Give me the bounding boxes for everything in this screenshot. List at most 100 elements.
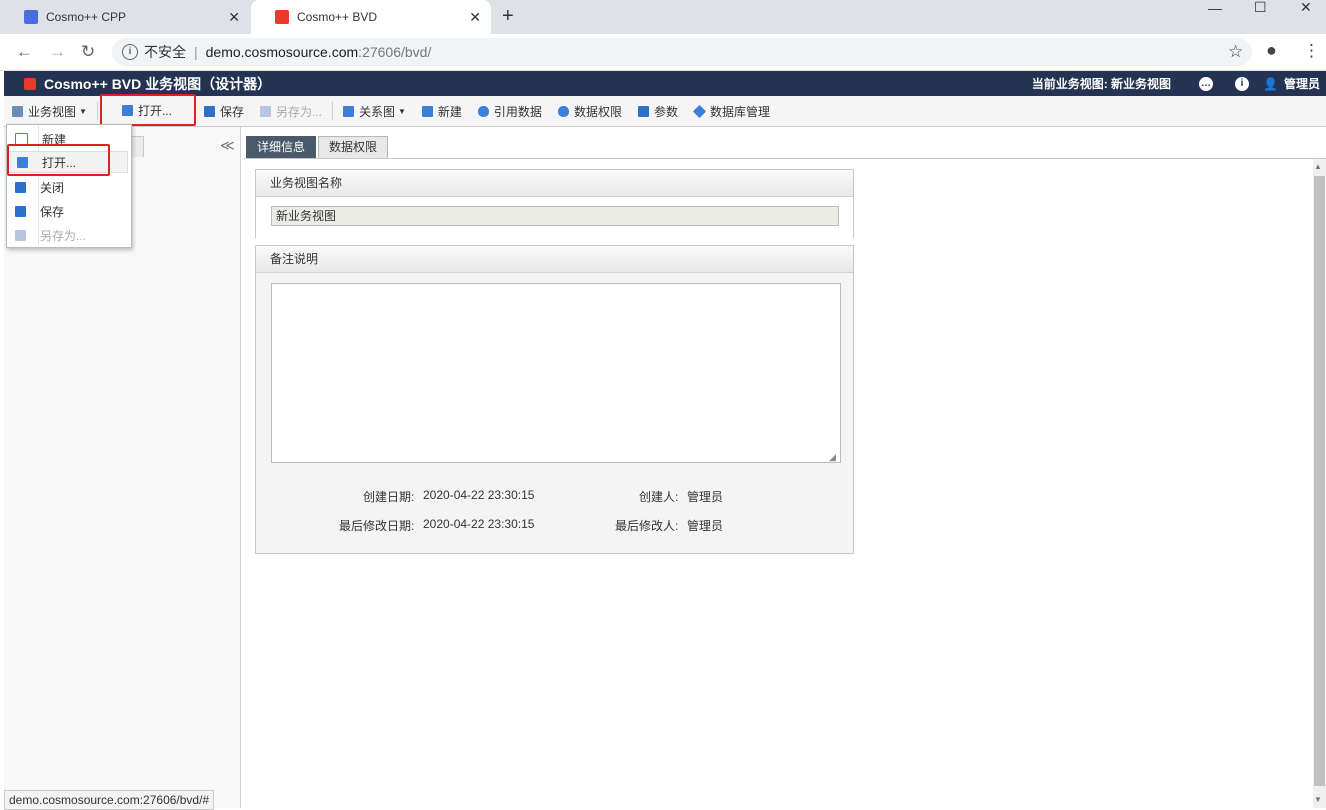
created-date-label: 创建日期: (363, 490, 415, 504)
business-view-menu-button[interactable]: 业务视图 ▼ (4, 99, 95, 123)
browser-tab-cpp[interactable]: Cosmo++ CPP ✕ (0, 0, 250, 34)
view-name-header: 业务视图名称 (256, 170, 853, 197)
minimize-button[interactable]: — (1208, 0, 1222, 16)
url-host: demo.cosmosource.com (205, 44, 359, 60)
menu-item-label: 关闭 (40, 180, 65, 195)
modifier-label: 最后修改人: (615, 519, 679, 533)
reference-data-button[interactable]: 引用数据 (470, 99, 550, 123)
modified-date-label: 最后修改日期: (339, 519, 415, 533)
close-tab-icon[interactable]: ✕ (228, 9, 240, 26)
menu-item-close[interactable]: 关闭 (7, 176, 129, 198)
save-button[interactable]: 保存 (196, 99, 252, 123)
main-toolbar: 业务视图 ▼ 打开... 保存 另存为... 关系图 ▼ 新建 引用数据 数据权… (4, 94, 1326, 127)
save-as-icon (259, 105, 271, 117)
folder-close-icon (15, 181, 26, 193)
tab-title: Cosmo++ CPP (46, 10, 127, 24)
highlight-box-menu-open (7, 144, 110, 176)
params-icon (637, 105, 649, 117)
save-icon (15, 205, 26, 217)
save-as-label: 另存为... (275, 104, 322, 119)
menu-item-save-as[interactable]: 另存为... (7, 224, 129, 246)
cosmo-bvd-favicon-icon (275, 10, 289, 24)
close-window-button[interactable]: ✕ (1300, 0, 1312, 16)
database-management-button[interactable]: 数据库管理 (686, 99, 778, 123)
tab-details[interactable]: 详细信息 (246, 136, 317, 158)
cube-icon (692, 104, 707, 118)
creator-value: 管理员 (687, 490, 724, 504)
close-tab-icon[interactable]: ✕ (469, 9, 481, 26)
view-name-section: 业务视图名称 新业务视图 (255, 169, 854, 238)
new-label: 新建 (437, 104, 462, 119)
info-icon[interactable]: i (1235, 76, 1250, 91)
params-label: 参数 (653, 104, 678, 119)
modifier-value: 管理员 (687, 519, 724, 533)
status-url: demo.cosmosource.com:27606/bvd/# (4, 790, 215, 810)
app-title: Cosmo++ BVD 业务视图（设计器） (44, 75, 272, 92)
business-view-dropdown-menu: 新建 打开... 关闭 保存 另存为... (6, 124, 132, 248)
toolbar-divider (331, 102, 333, 120)
database-management-label: 数据库管理 (709, 104, 770, 119)
scrollbar-thumb[interactable] (1314, 176, 1325, 786)
content-tabs: 详细信息 数据权限 (246, 136, 390, 158)
creator-label: 创建人: (639, 490, 679, 504)
save-as-icon (15, 229, 26, 241)
open-label: 打开... (137, 103, 172, 118)
save-as-button[interactable]: 另存为... (252, 99, 330, 123)
save-icon (203, 105, 215, 117)
new-button[interactable]: 新建 (414, 99, 470, 123)
created-date-value: 2020-04-22 23:30:15 (423, 488, 535, 502)
info-icon[interactable]: i (122, 44, 138, 60)
chevron-down-icon: ▼ (397, 106, 406, 116)
params-button[interactable]: 参数 (630, 99, 686, 123)
reference-data-label: 引用数据 (493, 104, 542, 119)
toolbar-divider (96, 102, 98, 120)
menu-item-save[interactable]: 保存 (7, 200, 129, 222)
chevron-down-icon: ▼ (79, 106, 87, 116)
remarks-header: 备注说明 (256, 246, 853, 273)
save-label: 保存 (219, 104, 244, 119)
data-permission-button[interactable]: 数据权限 (550, 99, 630, 123)
resize-grip-icon[interactable]: ◢ (829, 452, 836, 463)
url-path: :27606/bvd/ (358, 44, 432, 60)
chat-icon[interactable]: … (1199, 76, 1214, 91)
user-icon[interactable]: 👤 (1263, 77, 1278, 91)
security-status: 不安全 (144, 44, 186, 60)
collapse-panel-icon[interactable]: ≪ (220, 137, 235, 154)
app-header: Cosmo++ BVD 业务视图（设计器） 当前业务视图: 新业务视图 … i … (4, 71, 1326, 96)
browser-tab-bvd[interactable]: Cosmo++ BVD ✕ (251, 0, 491, 34)
forward-button[interactable]: → (49, 42, 66, 62)
remarks-textarea[interactable] (271, 283, 841, 463)
database-icon (477, 105, 489, 117)
user-name[interactable]: 管理员 (1284, 75, 1320, 92)
remarks-section: 备注说明 ◢ 创建日期: 2020-04-22 23:30:15 创建人: 管理… (255, 245, 854, 554)
folder-open-icon (121, 104, 133, 116)
menu-item-label: 另存为... (40, 228, 87, 243)
back-button[interactable]: ← (16, 42, 33, 62)
menu-item-label: 保存 (40, 204, 65, 219)
app-logo-icon (24, 77, 36, 90)
cosmo-cpp-favicon-icon (24, 10, 38, 24)
data-permission-label: 数据权限 (573, 104, 622, 119)
document-icon (12, 105, 23, 117)
url-separator: | (194, 44, 198, 60)
scroll-down-arrow-icon[interactable]: ▼ (1314, 795, 1322, 804)
business-view-label: 业务视图 (28, 104, 77, 119)
diagram-menu-button[interactable]: 关系图 ▼ (335, 99, 414, 123)
modified-date-value: 2020-04-22 23:30:15 (423, 517, 535, 531)
reload-button[interactable]: ↻ (81, 42, 95, 62)
diagram-icon (342, 105, 354, 117)
maximize-button[interactable]: ☐ (1254, 0, 1267, 16)
open-button[interactable]: 打开... (99, 94, 196, 126)
bookmark-star-icon[interactable]: ☆ (1228, 42, 1243, 62)
scroll-up-arrow-icon[interactable]: ▲ (1314, 162, 1322, 171)
view-name-input[interactable]: 新业务视图 (271, 206, 839, 226)
diagram-label: 关系图 (358, 104, 395, 119)
new-tab-button[interactable]: + (502, 5, 514, 28)
url-input[interactable]: i 不安全 | demo.cosmosource.com :27606/bvd/ (112, 38, 1252, 66)
tab-title: Cosmo++ BVD (297, 10, 378, 24)
new-icon (421, 105, 433, 117)
account-icon[interactable]: ● (1266, 40, 1277, 61)
tab-data-permission[interactable]: 数据权限 (318, 136, 389, 158)
current-view-label: 当前业务视图: 新业务视图 (1031, 77, 1172, 91)
browser-menu-icon[interactable]: ⋮ (1303, 41, 1320, 61)
